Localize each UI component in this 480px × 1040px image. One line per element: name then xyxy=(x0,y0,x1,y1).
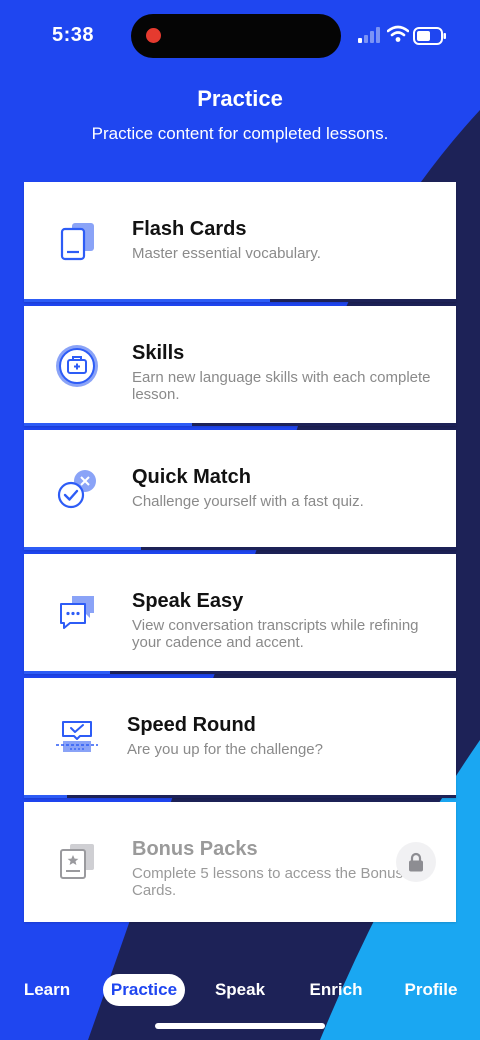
card-description: Complete 5 lessons to access the Bonus C… xyxy=(132,865,403,899)
card-title: Skills xyxy=(132,342,185,364)
card-description: Are you up for the challenge? xyxy=(127,741,323,758)
card-progress-fill xyxy=(24,795,68,798)
card-description: Earn new language skills with each compl… xyxy=(132,369,431,403)
card-skills[interactable]: Skills Earn new language skills with eac… xyxy=(24,306,456,426)
card-title: Flash Cards xyxy=(132,218,247,240)
card-description: Challenge yourself with a fast quiz. xyxy=(132,493,364,510)
bonus-packs-icon xyxy=(60,844,94,879)
wifi-icon xyxy=(387,25,409,42)
cellular-signal-icon xyxy=(358,27,380,43)
tab-enrich[interactable]: Enrich xyxy=(302,974,370,1006)
status-time: 5:38 xyxy=(52,24,95,46)
card-progress-fill xyxy=(24,547,141,550)
card-description: View conversation transcripts while refi… xyxy=(132,617,419,651)
card-progress-track xyxy=(24,795,456,798)
practice-card-list: Flash Cards Master essential vocabulary.… xyxy=(24,182,456,926)
card-flash-cards[interactable]: Flash Cards Master essential vocabulary. xyxy=(24,182,456,302)
card-bonus-packs[interactable]: Bonus Packs Complete 5 lessons to access… xyxy=(24,802,456,922)
lock-icon xyxy=(409,852,423,872)
tab-profile[interactable]: Profile xyxy=(396,974,466,1006)
quick-match-icon xyxy=(57,470,96,509)
bottom-tab-bar: Learn Practice Speak Enrich Profile xyxy=(0,970,480,1010)
practice-screen: 5:38 Practice Practice content for compl… xyxy=(0,0,480,1040)
tab-practice[interactable]: Practice xyxy=(103,974,185,1006)
card-title: Bonus Packs xyxy=(132,838,258,860)
status-bar: 5:38 xyxy=(0,0,480,70)
card-description: Master essential vocabulary. xyxy=(132,245,321,262)
card-title: Speak Easy xyxy=(132,590,244,612)
card-title: Quick Match xyxy=(132,466,251,488)
page-title: Practice xyxy=(197,86,283,111)
card-title: Speed Round xyxy=(127,714,256,736)
flash-cards-icon xyxy=(60,223,94,261)
card-progress-fill xyxy=(24,671,111,674)
card-speed-round[interactable]: Speed Round Are you up for the challenge… xyxy=(24,678,456,798)
battery-icon xyxy=(413,27,446,45)
recording-indicator-icon xyxy=(146,28,161,43)
card-speak-easy[interactable]: Speak Easy View conversation transcripts… xyxy=(24,554,456,674)
card-progress-fill xyxy=(24,299,271,302)
card-progress-fill xyxy=(24,423,193,426)
skills-briefcase-icon xyxy=(56,345,98,387)
card-quick-match[interactable]: Quick Match Challenge yourself with a fa… xyxy=(24,430,456,550)
tab-speak[interactable]: Speak xyxy=(206,974,274,1006)
tab-learn[interactable]: Learn xyxy=(16,974,78,1006)
home-indicator xyxy=(155,1023,325,1029)
speed-round-icon xyxy=(56,721,98,752)
lock-badge xyxy=(396,842,436,882)
dynamic-island xyxy=(131,14,341,58)
speech-bubbles-icon xyxy=(60,596,94,629)
page-subtitle: Practice content for completed lessons. xyxy=(91,124,389,143)
